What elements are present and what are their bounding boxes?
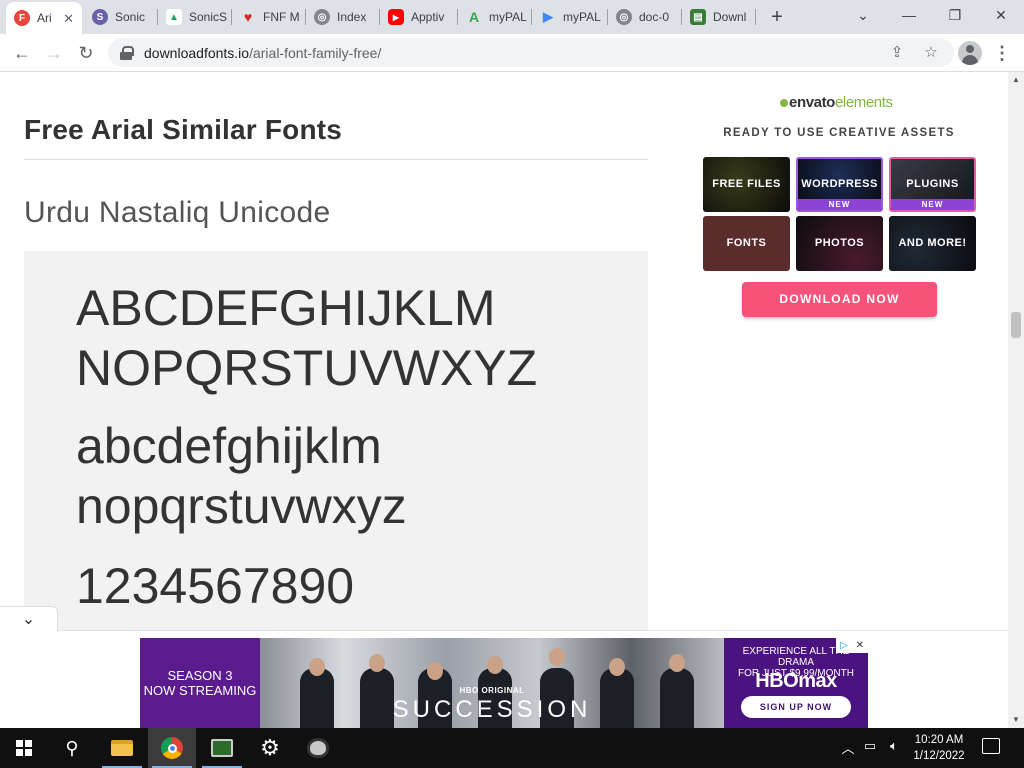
reload-icon[interactable]: ↻	[72, 39, 100, 67]
profile-avatar[interactable]	[958, 41, 982, 65]
new-tab-button[interactable]: +	[766, 6, 788, 28]
tile-photos[interactable]: PHOTOS	[796, 216, 883, 271]
tab-search-icon[interactable]: ⌄	[840, 0, 886, 30]
minimize-button[interactable]: —	[886, 0, 932, 30]
restore-button[interactable]: ❐	[932, 0, 978, 30]
sample-lowercase-1: abcdefghijklm	[76, 418, 382, 474]
new-badge: NEW	[798, 199, 881, 210]
raccoon-app-icon[interactable]	[294, 728, 342, 768]
tab-title: Apptiv	[411, 10, 445, 24]
tile-free-files[interactable]: FREE FILES	[703, 157, 790, 212]
sample-uppercase-2: NOPQRSTUVWXYZ	[76, 340, 538, 396]
new-badge: NEW	[891, 199, 974, 210]
tile-and-more[interactable]: AND MORE!	[889, 216, 976, 271]
url-path: /arial-font-family-free/	[249, 44, 382, 61]
scroll-thumb[interactable]	[1011, 312, 1021, 338]
share-icon[interactable]: ⇪	[886, 42, 908, 64]
tab-title: myPAL	[489, 10, 527, 24]
download-app-icon[interactable]	[198, 728, 246, 768]
menu-icon[interactable]: ⋮	[992, 39, 1012, 67]
tab-mypal-2[interactable]: ▶ myPAL	[532, 0, 606, 34]
ad-cast-photo: HBO ORIGINAL SUCCESSION	[260, 638, 724, 728]
vertical-scrollbar[interactable]: ▲ ▼	[1008, 72, 1024, 728]
address-bar[interactable]: downloadfonts.io/arial-font-family-free/…	[108, 38, 954, 67]
tab-fnf[interactable]: ♥ FNF M	[232, 0, 304, 34]
show-hidden-icons-chevron-icon[interactable]: ︿	[838, 738, 858, 757]
download-now-button[interactable]: DOWNLOAD NOW	[742, 282, 937, 317]
font-preview-box: ABCDEFGHIJKLM NOPQRSTUVWXYZ abcdefghijkl…	[24, 251, 648, 641]
show-title: SUCCESSION	[392, 696, 592, 723]
search-icon[interactable]: ⚲	[48, 728, 96, 768]
font-name[interactable]: Urdu Nastaliq Unicode	[24, 196, 330, 230]
globe-icon: ◎	[314, 9, 330, 25]
bookmark-star-icon[interactable]: ☆	[920, 42, 942, 64]
tab-doc[interactable]: ◎ doc-0	[608, 0, 680, 34]
close-window-button[interactable]: ✕	[978, 0, 1024, 30]
envato-logo[interactable]: envatoelements	[780, 94, 893, 111]
lock-icon[interactable]	[120, 45, 134, 60]
tab-title: Sonic	[115, 10, 146, 24]
tab-arial[interactable]: F Ari ✕	[6, 2, 82, 34]
sample-uppercase-1: ABCDEFGHIJKLM	[76, 280, 496, 336]
notifications-icon[interactable]	[982, 738, 1000, 754]
forward-icon[interactable]: →	[40, 39, 68, 67]
hbomax-logo: HBOmax	[755, 670, 837, 692]
tile-plugins[interactable]: PLUGINS NEW	[889, 157, 976, 212]
page-title: Free Arial Similar Fonts	[24, 114, 343, 145]
close-tab-icon[interactable]: ✕	[63, 11, 74, 27]
mypal-icon: A	[468, 9, 480, 25]
system-clock[interactable]: 10:20 AM 1/12/2022	[904, 732, 974, 764]
collapse-ad-chevron-icon[interactable]: ⌄	[0, 606, 58, 632]
volume-muted-icon[interactable]: 🔈︎	[884, 738, 904, 754]
hbo-original-label: HBO ORIGINAL	[459, 686, 525, 695]
url-host: downloadfonts.io	[144, 44, 250, 61]
favicon-icon: S	[92, 9, 108, 25]
download-page-icon: ▤	[690, 9, 706, 25]
tab-title: FNF M	[263, 10, 300, 24]
back-icon[interactable]: ←	[8, 39, 36, 67]
youtube-icon: ▶	[388, 9, 404, 25]
tab-title: Downl	[713, 10, 747, 24]
tab-mypal-1[interactable]: A myPAL	[458, 0, 530, 34]
settings-gear-icon[interactable]: ⚙	[246, 728, 294, 768]
windows-logo-icon	[16, 740, 32, 756]
network-icon[interactable]: ▭	[860, 738, 880, 754]
play-store-icon: ▶	[543, 9, 553, 24]
scroll-up-icon[interactable]: ▲	[1008, 72, 1024, 88]
scroll-down-icon[interactable]: ▼	[1008, 712, 1024, 728]
web-page: Free Arial Similar Fonts Urdu Nastaliq U…	[0, 72, 1008, 728]
tab-download[interactable]: ▤ Downl	[682, 0, 754, 34]
drive-icon: ▲	[166, 9, 182, 25]
browser-toolbar: ← → ↻ downloadfonts.io/arial-font-family…	[0, 34, 1024, 72]
envato-leaf-icon	[780, 99, 788, 107]
tab-apptiv[interactable]: ▶ Apptiv	[380, 0, 456, 34]
envato-tagline: READY TO USE CREATIVE ASSETS	[723, 127, 955, 139]
file-explorer-icon[interactable]	[98, 728, 146, 768]
tile-wordpress[interactable]: WORDPRESS NEW	[796, 157, 883, 212]
globe-icon: ◎	[616, 9, 632, 25]
start-button[interactable]	[0, 728, 48, 768]
chrome-icon[interactable]	[148, 728, 196, 768]
sample-lowercase-2: nopqrstuvwxyz	[76, 478, 407, 534]
ad-left-panel: SEASON 3 NOW STREAMING	[140, 638, 260, 728]
sample-digits: 1234567890	[76, 558, 355, 614]
divider	[24, 159, 648, 160]
tab-sonics[interactable]: ▲ SonicS	[158, 0, 230, 34]
heart-icon: ♥	[243, 9, 253, 25]
adchoices-icon[interactable]: ▷ ✕	[836, 638, 868, 653]
sign-up-now-button[interactable]: SIGN UP NOW	[741, 696, 851, 718]
tab-title: SonicS	[189, 10, 227, 24]
tab-index[interactable]: ◎ Index	[306, 0, 378, 34]
tab-title: doc-0	[639, 10, 670, 24]
tab-title: myPAL	[563, 10, 601, 24]
tab-title: Index	[337, 10, 367, 24]
hbo-max-banner-ad[interactable]: SEASON 3 NOW STREAMING HBO ORIGINAL SUCC…	[140, 638, 868, 728]
tile-fonts[interactable]: FONTS	[703, 216, 790, 271]
windows-taskbar: ⚲ ⚙ ︿ ▭ 🔈︎ 10:20 AM 1/12/2022	[0, 728, 1024, 768]
tab-strip: F Ari ✕ S Sonic ▲ SonicS ♥ FNF M ◎ Index…	[0, 0, 1024, 34]
favicon-icon: F	[14, 10, 30, 26]
tab-title: Ari	[37, 11, 52, 25]
tab-sonic[interactable]: S Sonic	[84, 0, 156, 34]
